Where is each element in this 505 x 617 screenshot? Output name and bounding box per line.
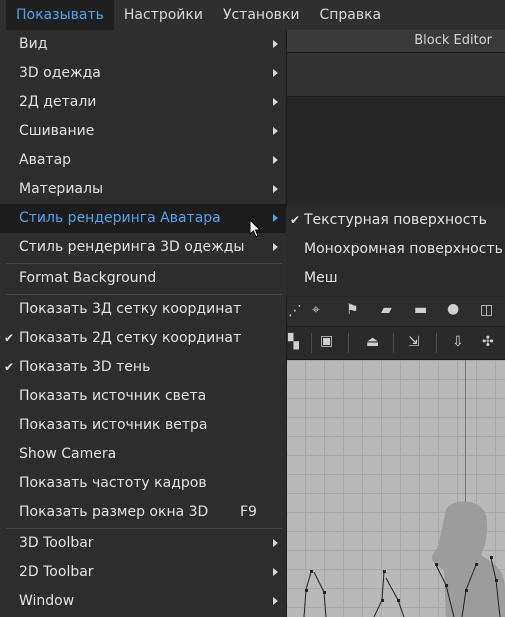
menu-item-show-light-source[interactable]: Показать источник света — [0, 382, 286, 411]
submenu-item-label: Меш — [304, 270, 338, 286]
folder-tool-icon[interactable]: ◫ — [480, 302, 493, 318]
flag-tool-icon[interactable]: ⚑ — [346, 302, 359, 318]
menu-preferences[interactable]: Установки — [213, 0, 310, 30]
submenu-arrow-icon — [273, 243, 278, 251]
menu-item-label: Показать 2Д сетку координат — [19, 330, 242, 346]
submenu-item-mesh[interactable]: Меш — [286, 264, 505, 293]
checkmark-icon: ✔ — [290, 213, 301, 227]
avatar-tool-icon[interactable]: ▣ — [320, 333, 333, 349]
menu-item-avatar-render-style[interactable]: Стиль рендеринга Аватара — [0, 204, 286, 233]
block-editor-panel — [286, 53, 505, 97]
menu-item-view[interactable]: Вид — [0, 30, 286, 59]
menu-item-2d-toolbar[interactable]: 2D Toolbar — [0, 558, 286, 587]
menu-item-label: Сшивание — [19, 123, 95, 139]
block-editor-header: Block Editor — [286, 30, 505, 53]
menu-item-2d-pattern[interactable]: 2Д детали — [0, 88, 286, 117]
checkmark-icon: ✔ — [4, 360, 15, 374]
menu-item-label: Показать 3Д сетку координат — [19, 301, 242, 317]
menu-item-3d-toolbar[interactable]: 3D Toolbar — [0, 529, 286, 558]
submenu-arrow-icon — [273, 568, 278, 576]
menu-item-label: Format Background — [19, 270, 157, 286]
menu-settings[interactable]: Настройки — [114, 0, 213, 30]
pin-shirt-icon[interactable]: ⇲ — [408, 334, 420, 350]
submenu-arrow-icon — [273, 98, 278, 106]
submenu-item-label: Монохромная поверхность — [304, 241, 503, 257]
shirt-tool-icon[interactable]: ▚ — [288, 334, 299, 350]
menu-item-label: Аватар — [19, 152, 72, 168]
toolbar-divider — [393, 333, 394, 353]
circle-tool-icon[interactable]: ● — [447, 301, 459, 317]
iron-tool-icon[interactable]: ⏏ — [366, 334, 379, 350]
menu-item-label: Стиль рендеринга Аватара — [19, 210, 221, 226]
menu-item-label: 2D Toolbar — [19, 564, 94, 580]
menu-item-label: Стиль рендеринга 3D одежды — [19, 239, 245, 255]
toolbar-divider — [348, 333, 349, 353]
point-tool-icon[interactable]: ⋰ — [288, 303, 302, 319]
menu-item-show-2d-grid[interactable]: ✔ Показать 2Д сетку координат — [0, 324, 286, 353]
submenu-arrow-icon — [273, 214, 278, 222]
menu-item-label: Window — [19, 593, 75, 609]
menu-item-show-camera[interactable]: Show Camera — [0, 440, 286, 469]
trapezoid-tool-icon[interactable]: ▰ — [381, 302, 392, 318]
show-menu-dropdown: Вид 3D одежда 2Д детали Сшивание Аватар … — [0, 30, 287, 617]
menu-item-garment-render-style[interactable]: Стиль рендеринга 3D одежды — [0, 233, 286, 262]
menu-item-label: Показать 3D тень — [19, 359, 151, 375]
menu-item-label: Показать частоту кадров — [19, 475, 207, 491]
menu-help[interactable]: Справка — [309, 0, 391, 30]
submenu-item-textured-surface[interactable]: ✔ Текстурная поверхность — [286, 206, 505, 235]
fit-tool-icon[interactable]: ⇩ — [452, 334, 464, 350]
menu-item-sewing[interactable]: Сшивание — [0, 117, 286, 146]
menu-item-label: 3D Toolbar — [19, 535, 94, 551]
mouse-cursor-icon — [249, 219, 262, 238]
menu-item-show-3d-grid[interactable]: Показать 3Д сетку координат — [0, 295, 286, 324]
menu-item-label: Материалы — [19, 181, 103, 197]
submenu-item-monochrome-surface[interactable]: Монохромная поверхность — [286, 235, 505, 264]
submenu-arrow-icon — [273, 69, 278, 77]
toolbar-3d: ▚ ▣ ⏏ ⇲ ⇩ ✣ — [286, 327, 505, 360]
menu-show[interactable]: Показывать — [6, 0, 114, 30]
menu-item-avatar[interactable]: Аватар — [0, 146, 286, 175]
toolbar-2d: ⋰ ⌖ ⚑ ▰ ▬ ● ◫ — [286, 298, 505, 327]
menu-item-show-3d-shadow[interactable]: ✔ Показать 3D тень — [0, 353, 286, 382]
menu-bar: Показывать Настройки Установки Справка — [0, 0, 505, 30]
submenu-arrow-icon — [273, 597, 278, 605]
menu-item-label: 2Д детали — [19, 94, 97, 110]
block-editor-title: Block Editor — [414, 33, 492, 48]
pattern-tool-icon[interactable]: ✣ — [482, 334, 494, 350]
menu-item-label: Показать размер окна 3D — [19, 504, 209, 520]
menu-item-format-background[interactable]: Format Background — [0, 264, 286, 293]
menu-item-window[interactable]: Window — [0, 587, 286, 616]
edit-points-icon[interactable]: ⌖ — [312, 302, 320, 318]
menu-item-materials[interactable]: Материалы — [0, 175, 286, 204]
submenu-arrow-icon — [273, 40, 278, 48]
menu-item-label: Вид — [19, 36, 48, 52]
toolbar-divider — [311, 333, 312, 353]
toolbar-divider — [436, 333, 437, 353]
viewport-2d[interactable] — [286, 360, 505, 617]
menu-item-3d-garment[interactable]: 3D одежда — [0, 59, 286, 88]
menu-item-label: Показать источник ветра — [19, 417, 208, 433]
submenu-item-label: Текстурная поверхность — [304, 212, 487, 228]
submenu-arrow-icon — [273, 185, 278, 193]
submenu-arrow-icon — [273, 156, 278, 164]
submenu-arrow-icon — [273, 539, 278, 547]
menu-item-label: Показать источник света — [19, 388, 207, 404]
menu-item-show-frame-rate[interactable]: Показать частоту кадров — [0, 469, 286, 498]
avatar-silhouette-icon — [303, 501, 505, 617]
checkmark-icon: ✔ — [4, 331, 15, 345]
menu-item-show-wind-source[interactable]: Показать источник ветра — [0, 411, 286, 440]
menu-item-label: 3D одежда — [19, 65, 101, 81]
menu-item-show-3d-window-size[interactable]: Показать размер окна 3D F9 — [0, 498, 286, 527]
avatar-render-style-submenu: ✔ Текстурная поверхность Монохромная пов… — [286, 206, 505, 296]
submenu-arrow-icon — [273, 127, 278, 135]
menu-item-label: Show Camera — [19, 446, 117, 462]
menu-item-shortcut: F9 — [240, 504, 257, 520]
rectangle-tool-icon[interactable]: ▬ — [414, 302, 427, 318]
